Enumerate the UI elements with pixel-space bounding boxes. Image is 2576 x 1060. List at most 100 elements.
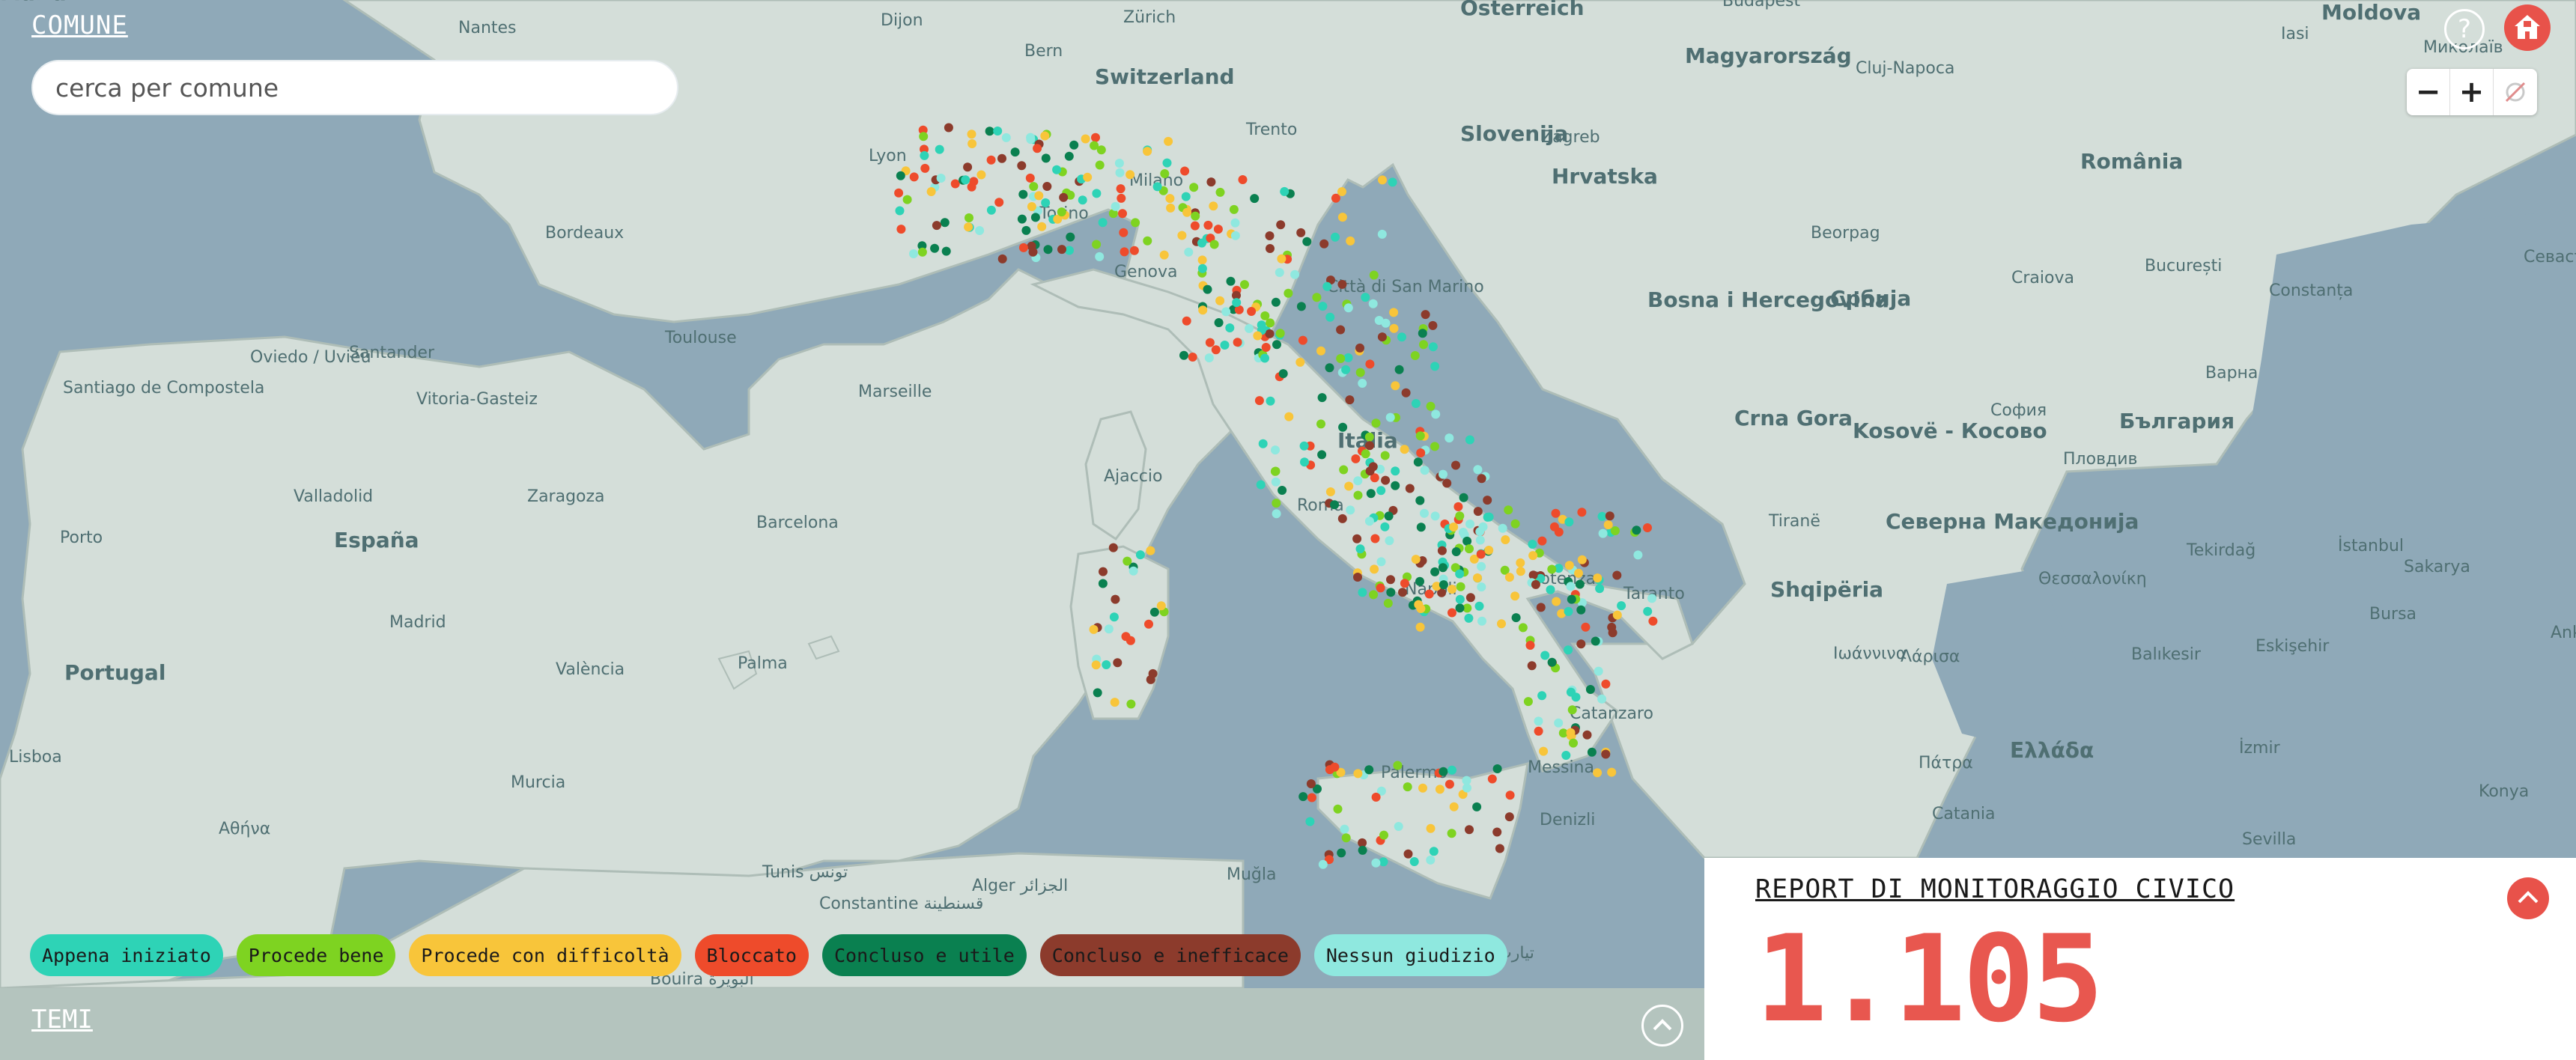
report-marker[interactable] xyxy=(1232,298,1242,308)
report-marker[interactable] xyxy=(1337,279,1347,289)
report-marker[interactable] xyxy=(940,218,950,228)
report-marker[interactable] xyxy=(1410,351,1420,360)
report-marker[interactable] xyxy=(1111,594,1120,604)
report-marker[interactable] xyxy=(1455,594,1465,604)
report-marker[interactable] xyxy=(1365,359,1375,369)
report-marker[interactable] xyxy=(1415,431,1425,441)
report-marker[interactable] xyxy=(1143,236,1152,246)
report-marker[interactable] xyxy=(1278,486,1287,495)
report-marker[interactable] xyxy=(1355,368,1365,377)
report-marker[interactable] xyxy=(1336,325,1346,335)
report-marker[interactable] xyxy=(1093,688,1102,698)
report-marker[interactable] xyxy=(1587,747,1597,757)
report-marker[interactable] xyxy=(1475,535,1485,545)
report-marker[interactable] xyxy=(1135,550,1145,560)
report-marker[interactable] xyxy=(1435,785,1445,794)
report-marker[interactable] xyxy=(1426,823,1436,833)
report-marker[interactable] xyxy=(1518,623,1528,633)
report-marker[interactable] xyxy=(1099,567,1108,576)
report-marker[interactable] xyxy=(896,225,906,234)
report-marker[interactable] xyxy=(1276,220,1286,230)
report-marker[interactable] xyxy=(1537,691,1547,701)
report-marker[interactable] xyxy=(1415,576,1424,586)
report-marker[interactable] xyxy=(1380,522,1390,531)
report-marker[interactable] xyxy=(1205,338,1215,347)
report-marker[interactable] xyxy=(1042,182,1052,191)
report-marker[interactable] xyxy=(1118,209,1127,219)
report-marker[interactable] xyxy=(1567,594,1576,604)
report-marker[interactable] xyxy=(1128,566,1138,576)
report-marker[interactable] xyxy=(1473,465,1483,475)
report-marker[interactable] xyxy=(1271,445,1280,455)
report-marker[interactable] xyxy=(1325,312,1335,322)
report-marker[interactable] xyxy=(1397,332,1406,342)
report-marker[interactable] xyxy=(1430,511,1440,521)
report-marker[interactable] xyxy=(1633,550,1643,560)
report-marker[interactable] xyxy=(1411,555,1421,564)
report-marker[interactable] xyxy=(1331,232,1340,242)
report-marker[interactable] xyxy=(1594,666,1603,676)
report-marker[interactable] xyxy=(1547,657,1557,667)
report-marker[interactable] xyxy=(1336,354,1346,363)
report-marker[interactable] xyxy=(1256,480,1266,490)
report-marker[interactable] xyxy=(1206,177,1216,187)
report-marker[interactable] xyxy=(1091,132,1100,142)
report-marker[interactable] xyxy=(1312,293,1322,302)
report-marker[interactable] xyxy=(1504,505,1513,515)
report-marker[interactable] xyxy=(1272,499,1281,508)
report-marker[interactable] xyxy=(1465,544,1474,554)
report-marker[interactable] xyxy=(920,150,929,160)
report-marker[interactable] xyxy=(1240,280,1249,290)
report-marker[interactable] xyxy=(1575,579,1585,589)
report-marker[interactable] xyxy=(1298,335,1307,345)
report-marker[interactable] xyxy=(1426,855,1436,865)
report-marker[interactable] xyxy=(1516,567,1525,576)
report-marker[interactable] xyxy=(1275,268,1284,277)
report-marker[interactable] xyxy=(1431,409,1441,419)
report-marker[interactable] xyxy=(965,213,973,222)
report-marker[interactable] xyxy=(1247,307,1257,316)
report-marker[interactable] xyxy=(1564,561,1574,570)
report-marker[interactable] xyxy=(1098,579,1108,588)
report-marker[interactable] xyxy=(894,188,904,198)
report-marker[interactable] xyxy=(1290,269,1300,279)
report-marker[interactable] xyxy=(1400,579,1409,588)
report-marker[interactable] xyxy=(1345,395,1355,405)
report-marker[interactable] xyxy=(1386,575,1395,585)
report-marker[interactable] xyxy=(1591,636,1600,646)
report-marker[interactable] xyxy=(1564,645,1573,655)
report-marker[interactable] xyxy=(1096,145,1106,155)
report-marker[interactable] xyxy=(1120,247,1129,257)
report-marker[interactable] xyxy=(1516,558,1525,567)
report-marker[interactable] xyxy=(1095,160,1105,170)
report-marker[interactable] xyxy=(1026,132,1036,142)
report-marker[interactable] xyxy=(1092,240,1102,249)
report-marker[interactable] xyxy=(1353,490,1363,500)
report-marker[interactable] xyxy=(1536,603,1546,612)
report-marker[interactable] xyxy=(1059,192,1069,202)
report-marker[interactable] xyxy=(1190,221,1200,231)
report-marker[interactable] xyxy=(1245,323,1254,333)
report-marker[interactable] xyxy=(1098,218,1108,228)
report-marker[interactable] xyxy=(969,177,979,186)
report-marker[interactable] xyxy=(1612,610,1622,620)
report-marker[interactable] xyxy=(1497,619,1506,629)
report-marker[interactable] xyxy=(1510,519,1520,529)
report-marker[interactable] xyxy=(985,127,994,136)
report-marker[interactable] xyxy=(1371,418,1381,428)
report-marker[interactable] xyxy=(1302,237,1312,246)
report-marker[interactable] xyxy=(1191,211,1200,221)
report-marker[interactable] xyxy=(1162,158,1172,168)
report-marker[interactable] xyxy=(1445,433,1454,443)
zoom-in-button[interactable]: + xyxy=(2450,69,2494,115)
report-marker[interactable] xyxy=(1564,606,1573,616)
report-marker[interactable] xyxy=(1603,520,1613,530)
report-marker[interactable] xyxy=(1225,323,1235,332)
report-marker[interactable] xyxy=(1278,369,1288,379)
report-marker[interactable] xyxy=(1322,281,1332,291)
report-marker[interactable] xyxy=(1465,435,1474,445)
report-marker[interactable] xyxy=(1376,486,1386,496)
report-marker[interactable] xyxy=(902,195,912,204)
report-marker[interactable] xyxy=(1121,632,1131,642)
report-marker[interactable] xyxy=(1052,165,1062,174)
